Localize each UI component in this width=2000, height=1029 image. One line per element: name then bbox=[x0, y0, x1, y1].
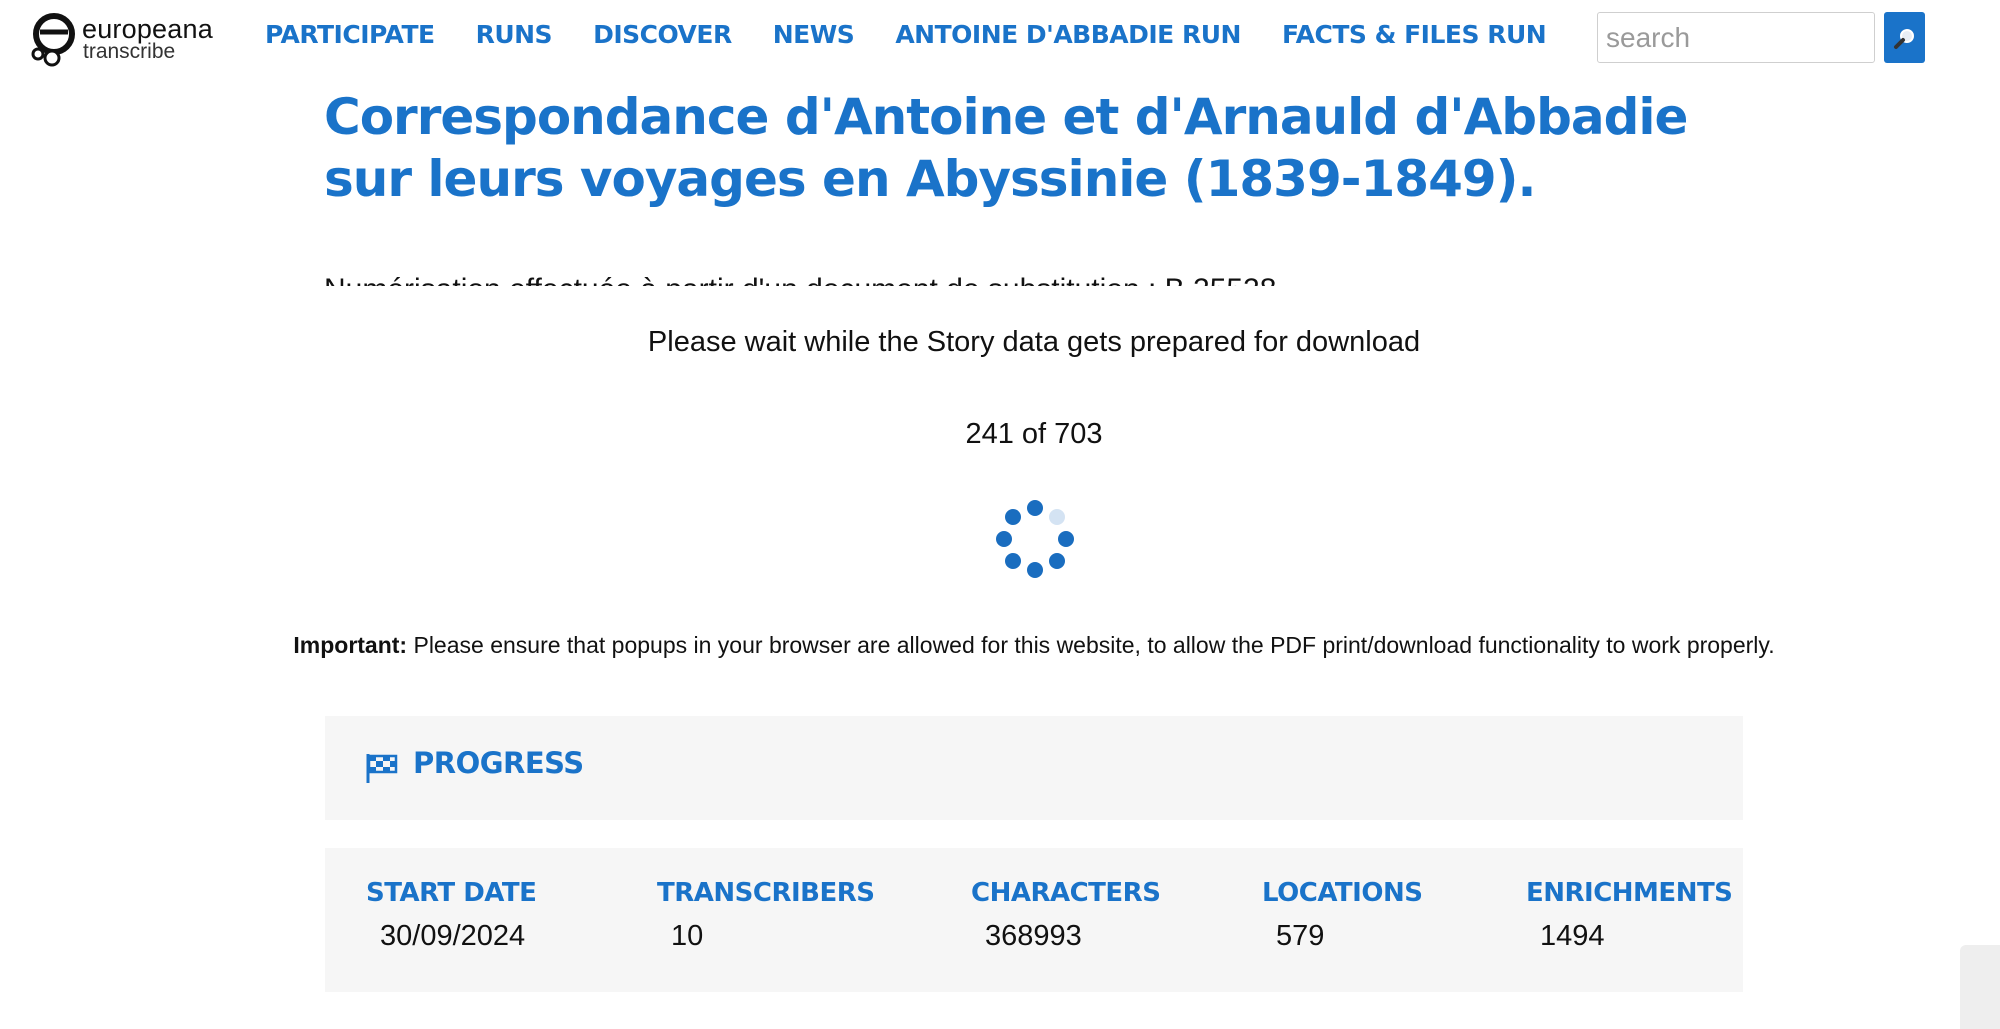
stat-label: ENRICHMENTS bbox=[1526, 878, 1733, 908]
stat-label: CHARACTERS bbox=[971, 878, 1161, 908]
progress-header: PROGRESS bbox=[325, 716, 1743, 820]
stat-value: 1494 bbox=[1540, 920, 1605, 952]
stat-locations: LOCATIONS 579 bbox=[1262, 878, 1423, 953]
popup-notice-text: Please ensure that popups in your browse… bbox=[407, 632, 1775, 658]
progress-title: PROGRESS bbox=[413, 746, 584, 780]
europeana-transcribe-logo[interactable]: europeana transcribe bbox=[30, 6, 220, 70]
stat-value: 368993 bbox=[985, 920, 1082, 952]
logo-mark-icon bbox=[31, 13, 75, 67]
story-description: Numérisation effectuée à partir d'un doc… bbox=[324, 270, 1704, 286]
stat-enrichments: ENRICHMENTS 1494 bbox=[1526, 878, 1733, 953]
magnifier-icon bbox=[1893, 28, 1914, 49]
stat-value: 10 bbox=[671, 920, 704, 952]
story-title: Correspondance d'Antoine et d'Arnauld d'… bbox=[324, 88, 1688, 208]
stat-value: 579 bbox=[1276, 920, 1325, 952]
loading-spinner-icon bbox=[990, 495, 1080, 585]
download-counter: 241 of 703 bbox=[965, 418, 1103, 450]
stat-label: LOCATIONS bbox=[1262, 878, 1423, 908]
nav-antoine-dabbadie-run[interactable]: ANTOINE D'ABBADIE RUN bbox=[895, 20, 1241, 49]
stat-label: START DATE bbox=[366, 878, 537, 908]
stat-characters: CHARACTERS 368993 bbox=[971, 878, 1161, 953]
stat-start-date: START DATE 30/09/2024 bbox=[366, 878, 537, 953]
popup-notice: Important: Please ensure that popups in … bbox=[0, 632, 2000, 659]
nav-runs[interactable]: RUNS bbox=[476, 20, 553, 49]
nav-facts-files-run[interactable]: FACTS & FILES RUN bbox=[1282, 20, 1547, 49]
stat-transcribers: TRANSCRIBERS 10 bbox=[657, 878, 875, 953]
stat-value: 30/09/2024 bbox=[380, 920, 526, 952]
main-nav: PARTICIPATE RUNS DISCOVER NEWS ANTOINE D… bbox=[265, 20, 1547, 49]
checkered-flag-icon bbox=[366, 754, 398, 783]
nav-participate[interactable]: PARTICIPATE bbox=[265, 20, 435, 49]
popup-notice-label: Important: bbox=[293, 632, 408, 658]
download-wait-message: Please wait while the Story data gets pr… bbox=[647, 326, 1421, 358]
side-panel-tab[interactable] bbox=[1960, 945, 2000, 1029]
logo-text-transcribe: transcribe bbox=[83, 40, 176, 63]
progress-stats: START DATE 30/09/2024 TRANSCRIBERS 10 CH… bbox=[325, 848, 1743, 992]
stat-label: TRANSCRIBERS bbox=[657, 878, 875, 908]
search-input[interactable] bbox=[1597, 12, 1875, 63]
story-description-clip: Numérisation effectuée à partir d'un doc… bbox=[324, 262, 1704, 286]
nav-discover[interactable]: DISCOVER bbox=[593, 20, 732, 49]
site-header: europeana transcribe PARTICIPATE RUNS DI… bbox=[0, 0, 2000, 80]
nav-news[interactable]: NEWS bbox=[773, 20, 855, 49]
search-button[interactable] bbox=[1884, 12, 1925, 63]
